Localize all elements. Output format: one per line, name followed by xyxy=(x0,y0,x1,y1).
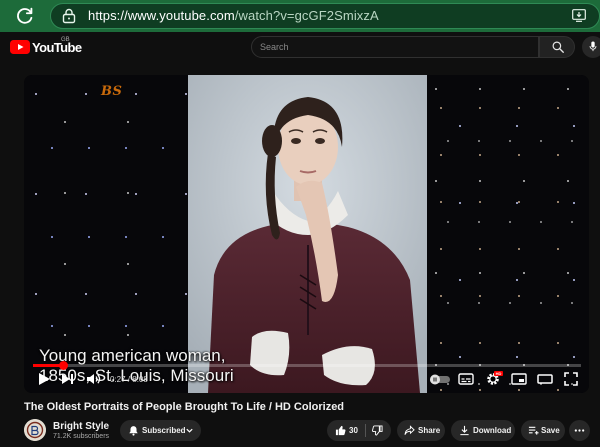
download-icon xyxy=(460,425,469,436)
next-icon[interactable] xyxy=(60,371,76,387)
download-label: Download xyxy=(473,426,512,435)
time-display: 0:27 / 8:08 xyxy=(110,375,148,384)
browser-address-bar: https://www.youtube.com/watch?v=gcGF2Smi… xyxy=(0,0,600,32)
volume-icon[interactable] xyxy=(85,371,101,387)
like-dislike-group: 30 xyxy=(327,420,391,441)
subtitles-icon[interactable] xyxy=(458,371,474,387)
subscribed-button[interactable]: Subscribed xyxy=(120,420,201,441)
like-icon[interactable] xyxy=(335,425,346,436)
more-actions-button[interactable] xyxy=(569,420,590,441)
hd-badge: HD xyxy=(494,371,503,376)
search-input[interactable] xyxy=(260,40,500,54)
share-button[interactable]: Share xyxy=(397,420,445,441)
youtube-wordmark[interactable]: YouTube xyxy=(32,40,82,55)
channel-watermark: BS xyxy=(101,84,123,99)
download-button[interactable]: Download xyxy=(451,420,515,441)
region-code: GB xyxy=(61,37,70,43)
autoplay-toggle[interactable] xyxy=(429,371,451,387)
more-icon xyxy=(574,429,585,432)
share-label: Share xyxy=(418,426,441,435)
youtube-logo-icon[interactable] xyxy=(10,40,30,54)
starfield-right xyxy=(427,75,589,393)
dislike-icon[interactable] xyxy=(372,425,383,436)
search-box[interactable] xyxy=(251,36,539,58)
mic-icon xyxy=(589,41,597,52)
url-host: https://www.youtube.com xyxy=(88,8,235,23)
reload-icon[interactable] xyxy=(14,5,36,27)
url-text[interactable]: https://www.youtube.com/watch?v=gcGF2Smi… xyxy=(88,8,379,23)
voice-search-button[interactable] xyxy=(582,36,600,58)
subscriber-count: 71.2K subscribers xyxy=(53,433,110,440)
lock-icon[interactable] xyxy=(62,8,76,24)
video-title: The Oldest Portraits of People Brought T… xyxy=(24,401,345,413)
channel-avatar[interactable] xyxy=(24,419,46,441)
channel-name[interactable]: Bright Style xyxy=(53,421,109,432)
miniplayer-icon[interactable] xyxy=(511,371,527,387)
like-count: 30 xyxy=(349,426,358,435)
search-button[interactable] xyxy=(539,36,575,58)
subscribed-label: Subscribed xyxy=(142,426,186,435)
like-divider xyxy=(365,424,366,437)
chevron-down-icon xyxy=(186,428,193,433)
install-app-icon[interactable] xyxy=(572,9,586,22)
search-icon xyxy=(552,41,564,53)
fullscreen-icon[interactable] xyxy=(563,371,579,387)
video-player[interactable]: BS Young american woman, 1850s, St. Loui… xyxy=(24,75,589,393)
save-label: Save xyxy=(541,426,560,435)
url-path: /watch?v=gcGF2SmixzA xyxy=(234,8,379,23)
save-button[interactable]: Save xyxy=(521,420,565,441)
youtube-header: YouTube GB xyxy=(0,32,600,62)
channel-logo-icon xyxy=(24,419,46,441)
share-icon xyxy=(404,425,415,435)
bell-icon xyxy=(129,426,138,436)
save-icon xyxy=(528,426,539,435)
play-icon[interactable] xyxy=(36,371,52,387)
theater-icon[interactable] xyxy=(537,371,553,387)
progress-bar[interactable] xyxy=(33,361,581,370)
